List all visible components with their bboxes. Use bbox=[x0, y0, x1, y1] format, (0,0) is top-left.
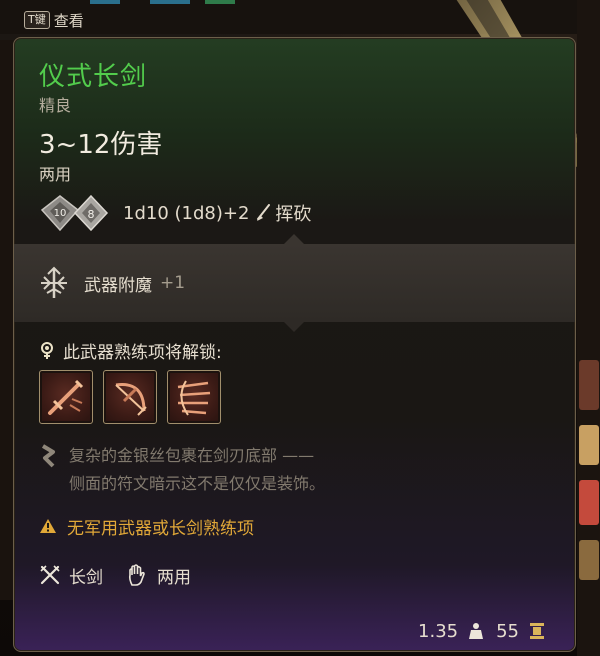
d10-die-number: 10 bbox=[54, 208, 67, 219]
inventory-slot[interactable] bbox=[579, 360, 599, 410]
enchant-bonus: +1 bbox=[160, 273, 186, 293]
item-tooltip: 仪式长剑 精良 3~12伤害 两用 10 8 1d10 (1d8)+2 挥砍 武… bbox=[13, 37, 576, 652]
gold-coin-icon bbox=[530, 623, 544, 639]
item-handedness: 两用 bbox=[39, 165, 72, 184]
warning-icon bbox=[40, 519, 56, 533]
proficiency-unlock-label: 此武器熟练项将解锁: bbox=[63, 342, 222, 363]
item-value: 55 bbox=[496, 620, 519, 642]
hand-icon bbox=[128, 564, 145, 586]
left-panel-edge bbox=[0, 40, 14, 600]
tag-longsword-label: 长剑 bbox=[69, 567, 103, 588]
d8-die-number: 8 bbox=[88, 208, 95, 221]
right-inventory-strip bbox=[577, 0, 600, 656]
band-notch-top bbox=[284, 234, 304, 244]
d8-die-icon: 8 bbox=[73, 194, 109, 232]
inspect-hotkey-hint[interactable]: T键 查看 bbox=[24, 10, 84, 30]
inventory-slot[interactable] bbox=[579, 425, 599, 465]
lore-text: 复杂的金银丝包裹在剑刃底部 —— 侧面的符文暗示这不是仅仅是装饰。 bbox=[69, 442, 325, 498]
enchant-row[interactable]: 武器附魔 +1 bbox=[36, 265, 185, 301]
item-tags: 长剑 两用 bbox=[39, 561, 191, 589]
inventory-slot[interactable] bbox=[579, 480, 599, 525]
band-notch-bottom bbox=[284, 322, 304, 332]
lore-quill-icon bbox=[41, 444, 55, 468]
hotkey-keycap: T键 bbox=[24, 11, 50, 29]
hotkey-label: 查看 bbox=[53, 11, 84, 30]
proficiency-warning: 无军用武器或长剑熟练项 bbox=[39, 513, 254, 539]
inventory-slot[interactable] bbox=[579, 540, 599, 580]
tag-versatile-label: 两用 bbox=[157, 567, 191, 588]
item-weight: 1.35 bbox=[418, 620, 459, 642]
item-damage: 3~12伤害 bbox=[39, 130, 163, 160]
item-footer: 1.35 55 bbox=[418, 618, 545, 644]
damage-dice-row: 10 8 1d10 (1d8)+2 挥砍 bbox=[39, 194, 311, 232]
damage-type: 挥砍 bbox=[275, 204, 312, 225]
lore-line: 侧面的符文暗示这不是仅仅是装饰。 bbox=[69, 474, 326, 493]
weapon-actions-list bbox=[39, 370, 221, 424]
lore-line: 复杂的金银丝包裹在剑刃底部 —— bbox=[69, 446, 315, 465]
flurry-action-icon[interactable] bbox=[167, 370, 221, 424]
crossed-swords-icon bbox=[40, 565, 60, 585]
weapon-enchant-icon bbox=[41, 266, 67, 298]
lore-section: 复杂的金银丝包裹在剑刃底部 —— 侧面的符文暗示这不是仅仅是装饰。 bbox=[39, 442, 325, 498]
crossbow-shot-action-icon[interactable] bbox=[103, 370, 157, 424]
unlock-icon bbox=[41, 342, 53, 359]
proficiency-unlock-row: 此武器熟练项将解锁: bbox=[39, 338, 222, 363]
damage-formula: 1d10 (1d8)+2 bbox=[123, 202, 250, 224]
sword-strike-action-icon[interactable] bbox=[39, 370, 93, 424]
slashing-icon bbox=[257, 204, 271, 221]
warning-text: 无军用武器或长剑熟练项 bbox=[67, 518, 254, 539]
item-name: 仪式长剑 bbox=[39, 62, 148, 92]
enchant-label: 武器附魔 bbox=[84, 275, 152, 296]
weight-icon bbox=[469, 623, 484, 639]
item-rarity: 精良 bbox=[39, 96, 72, 115]
